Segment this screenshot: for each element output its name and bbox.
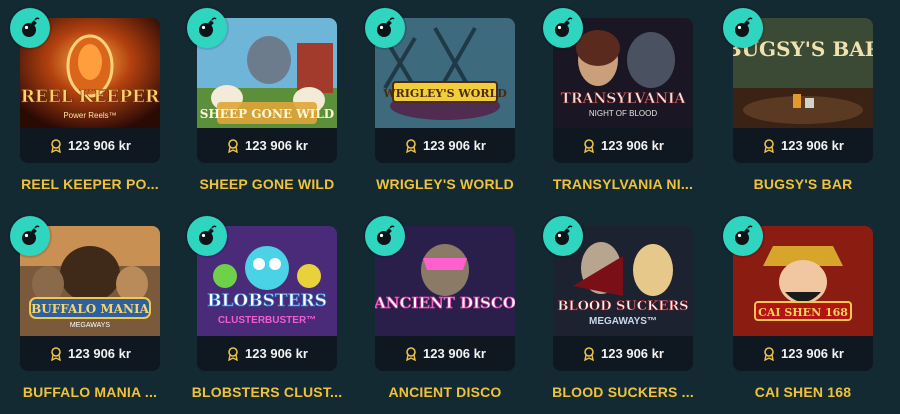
bomb-icon [187,216,227,256]
trophy-icon [582,138,596,153]
bomb-icon [10,8,50,48]
jackpot-bar: 123 906 kr [375,128,515,163]
jackpot-amount: 123 906 kr [245,138,308,153]
game-title[interactable]: BLOOD SUCKERS ... [541,384,705,400]
bomb-icon [543,8,583,48]
game-logo: TRANSYLVANIA [561,91,687,107]
jackpot-bar: 123 906 kr [733,336,873,371]
game-logo-subtitle: MEGAWAYS™ [589,316,657,327]
trophy-icon [226,346,240,361]
bomb-icon [10,216,50,256]
game-logo-subtitle: Power Reels™ [63,111,116,120]
trophy-icon [226,138,240,153]
game-title[interactable]: BUGSY'S BAR [721,176,885,192]
game-logo-subtitle: MEGAWAYS [70,322,111,329]
trophy-icon [762,138,776,153]
jackpot-bar: 123 906 kr [20,336,160,371]
bomb-icon [723,216,763,256]
bomb-icon [543,216,583,256]
game-logo: ANCIENT DISCO [375,294,515,312]
game-logo: CAI SHEN 168 [758,306,848,319]
jackpot-amount: 123 906 kr [601,138,664,153]
game-logo: BLOOD SUCKERS [557,299,688,314]
bomb-icon [187,8,227,48]
game-logo: BLOBSTERS [207,291,327,311]
game-title[interactable]: TRANSYLVANIA NI... [541,176,705,192]
jackpot-amount: 123 906 kr [423,346,486,361]
game-grid: REEL KEEPER Power Reels™ 123 906 kr REEL… [0,0,900,414]
game-title[interactable]: BUFFALO MANIA ... [8,384,172,400]
jackpot-amount: 123 906 kr [423,138,486,153]
jackpot-amount: 123 906 kr [68,138,131,153]
game-logo-subtitle: NIGHT OF BLOOD [589,109,658,118]
game-logo-subtitle: CLUSTERBUSTER™ [218,315,316,326]
bomb-icon [723,8,763,48]
jackpot-bar: 123 906 kr [197,336,337,371]
game-title[interactable]: SHEEP GONE WILD [185,176,349,192]
game-logo: SHEEP GONE WILD [200,107,334,121]
jackpot-bar: 123 906 kr [197,128,337,163]
jackpot-amount: 123 906 kr [781,138,844,153]
trophy-icon [404,346,418,361]
game-title[interactable]: CAI SHEN 168 [721,384,885,400]
jackpot-amount: 123 906 kr [245,346,308,361]
jackpot-bar: 123 906 kr [20,128,160,163]
trophy-icon [762,346,776,361]
game-logo: BUFFALO MANIA [31,302,149,316]
jackpot-amount: 123 906 kr [68,346,131,361]
trophy-icon [49,138,63,153]
game-logo: WRIGLEY'S WORLD [382,87,507,100]
jackpot-bar: 123 906 kr [553,128,693,163]
trophy-icon [49,346,63,361]
game-title[interactable]: BLOBSTERS CLUST... [185,384,349,400]
bomb-icon [365,216,405,256]
trophy-icon [582,346,596,361]
jackpot-bar: 123 906 kr [733,128,873,163]
game-title[interactable]: ANCIENT DISCO [363,384,527,400]
jackpot-bar: 123 906 kr [375,336,515,371]
game-title[interactable]: WRIGLEY'S WORLD [363,176,527,192]
jackpot-amount: 123 906 kr [781,346,844,361]
game-logo: REEL KEEPER [21,87,160,107]
jackpot-amount: 123 906 kr [601,346,664,361]
trophy-icon [404,138,418,153]
bomb-icon [365,8,405,48]
game-title[interactable]: REEL KEEPER PO... [8,176,172,192]
jackpot-bar: 123 906 kr [553,336,693,371]
